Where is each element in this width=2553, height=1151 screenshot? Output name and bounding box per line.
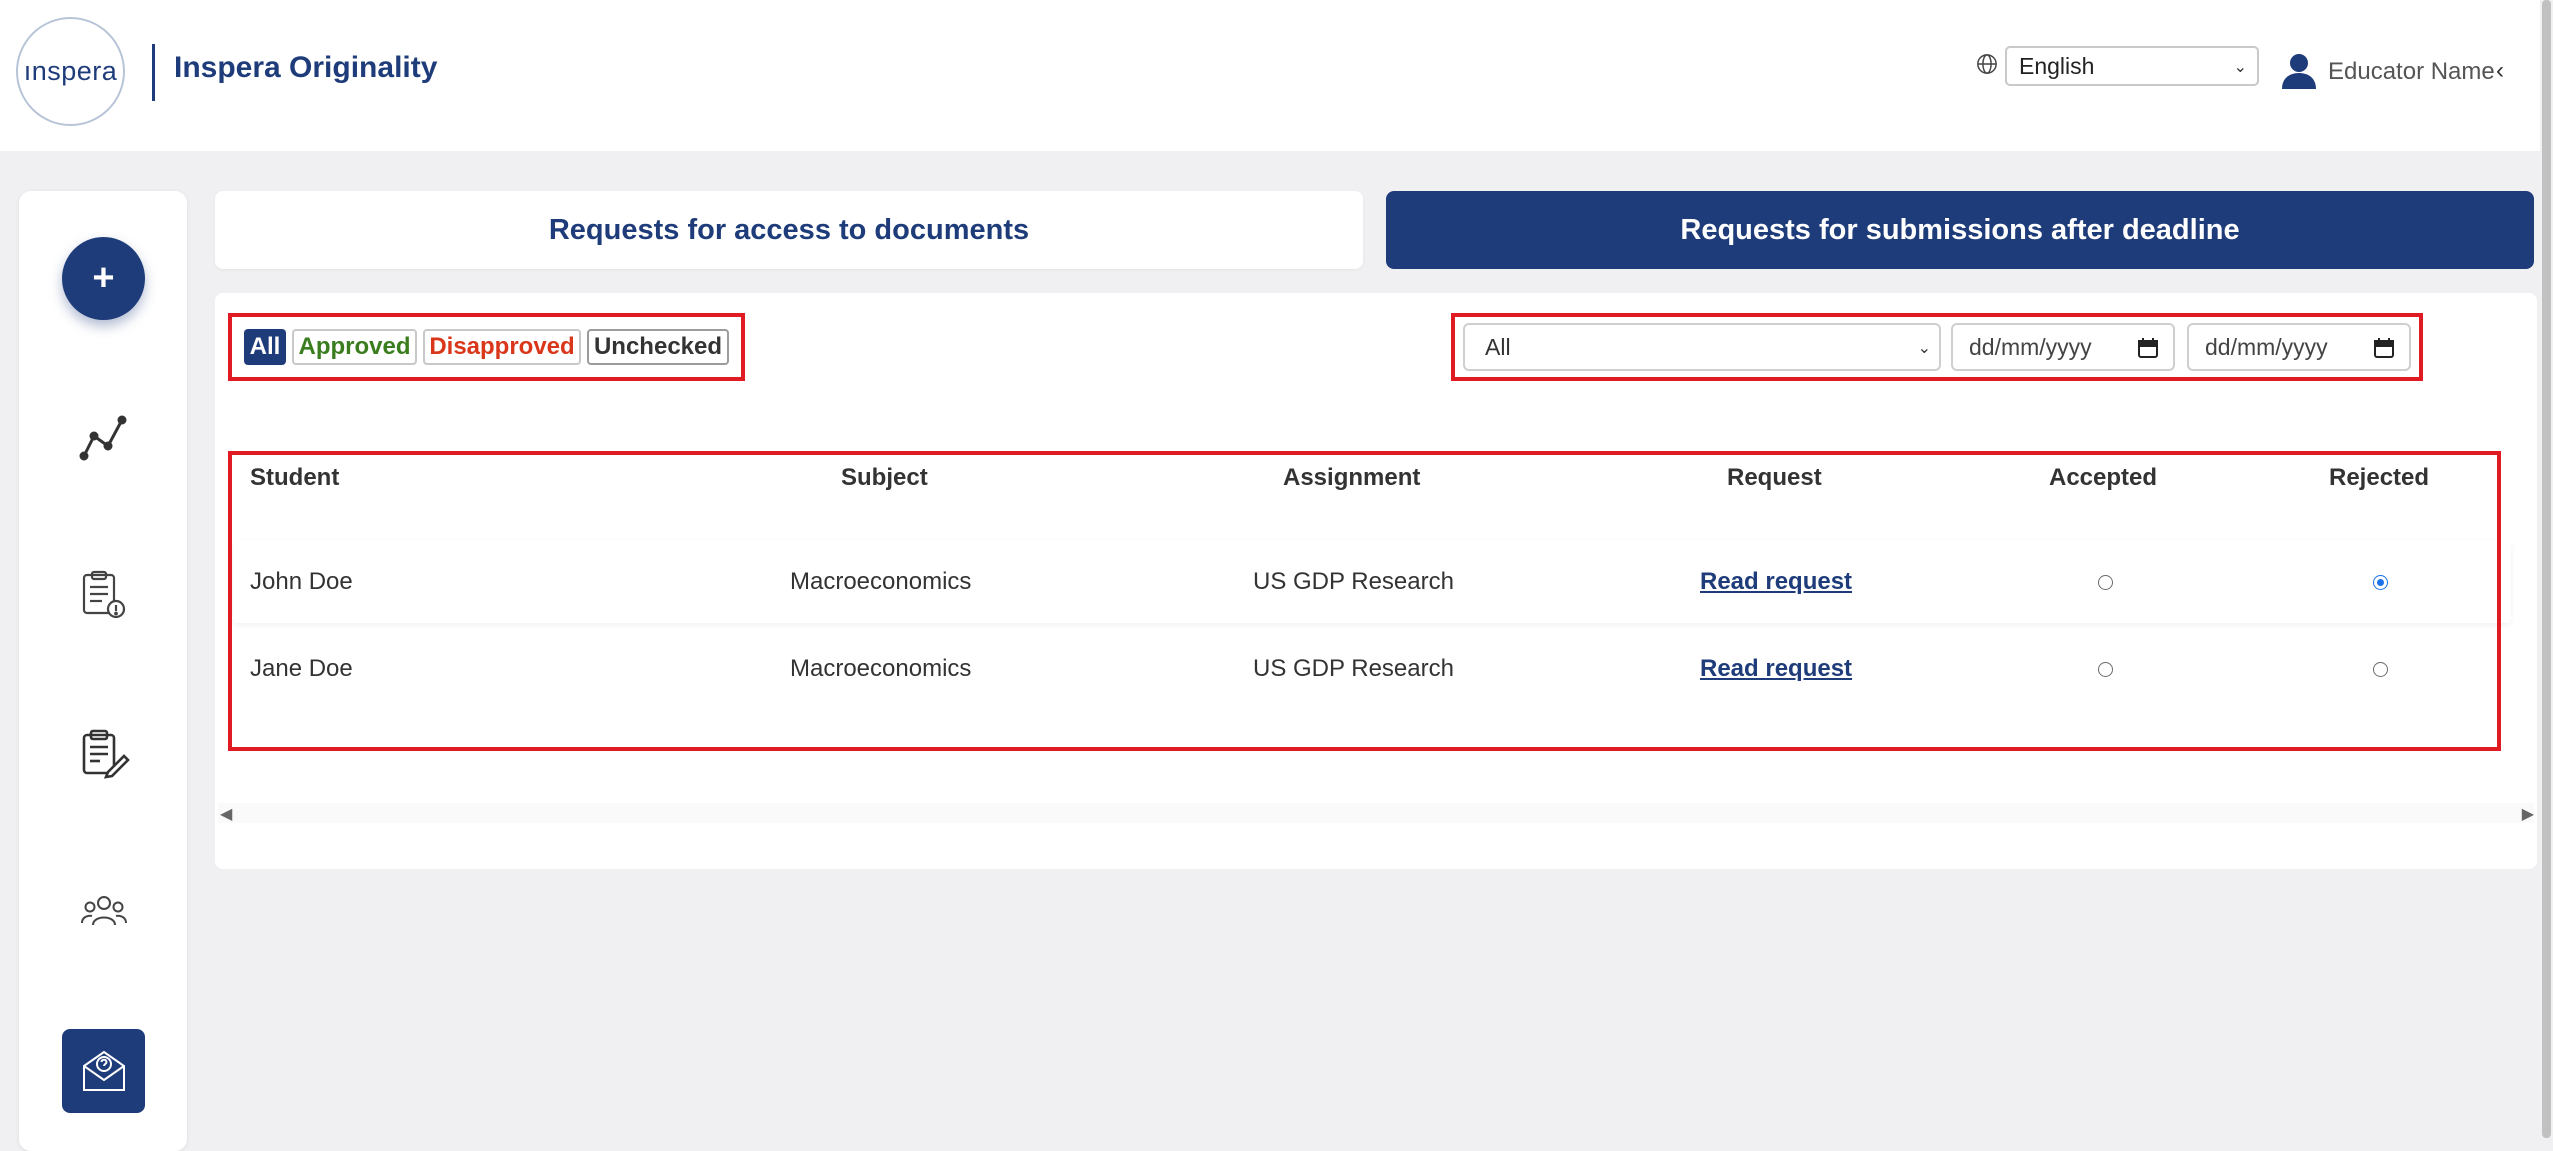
- filter-chip-approved[interactable]: Approved: [292, 329, 417, 365]
- inspera-logo[interactable]: ınspera: [16, 17, 125, 126]
- globe-icon: [1977, 54, 1997, 74]
- horizontal-scrollbar[interactable]: ◀ ▶: [218, 803, 2534, 823]
- accepted-radio[interactable]: [2098, 575, 2113, 590]
- filter-chip-unchecked[interactable]: Unchecked: [587, 329, 729, 365]
- table-highlight: [228, 451, 2501, 751]
- column-header-accepted: Accepted: [2049, 464, 2158, 491]
- filter-chip-disapproved[interactable]: Disapproved: [423, 329, 581, 365]
- scroll-right-arrow[interactable]: ▶: [2522, 804, 2534, 824]
- column-header-assignment: Assignment: [1283, 464, 1421, 491]
- contact-support-button[interactable]: [62, 1029, 145, 1113]
- cell-subject: Macroeconomics: [790, 568, 972, 595]
- column-header-subject: Subject: [841, 464, 928, 491]
- date-to-input[interactable]: dd/mm/yyyy: [2187, 323, 2411, 371]
- tab-access-documents[interactable]: Requests for access to documents: [215, 191, 1363, 269]
- cell-assignment: US GDP Research: [1253, 568, 1454, 595]
- language-select[interactable]: English ⌄: [2005, 46, 2259, 86]
- user-icon[interactable]: [2279, 51, 2319, 91]
- cell-student: Jane Doe: [250, 655, 353, 682]
- column-header-request: Request: [1727, 464, 1822, 491]
- chevron-down-icon: ⌄: [1917, 340, 1931, 357]
- documents-icon[interactable]: [78, 569, 130, 621]
- calendar-icon[interactable]: [2137, 337, 2159, 359]
- scrollbar-thumb[interactable]: [2542, 0, 2551, 1138]
- filter-chip-all[interactable]: All: [244, 329, 286, 365]
- vertical-scrollbar[interactable]: [2540, 0, 2553, 1138]
- user-name[interactable]: Educator Name: [2328, 58, 2495, 86]
- column-header-student: Student: [250, 464, 340, 491]
- language-value: English: [2019, 52, 2095, 79]
- mail-question-icon: [82, 1050, 125, 1091]
- rejected-radio[interactable]: [2373, 575, 2388, 590]
- top-bar: ınspera Inspera Originality English ⌄ Ed…: [0, 0, 2540, 151]
- cell-student: John Doe: [250, 568, 353, 595]
- logo-divider: [152, 44, 155, 101]
- cell-assignment: US GDP Research: [1253, 655, 1454, 682]
- calendar-icon[interactable]: [2373, 337, 2395, 359]
- chevron-down-icon: ⌄: [2233, 59, 2247, 76]
- chevron-left-icon[interactable]: ‹: [2496, 57, 2504, 85]
- date-from-input[interactable]: dd/mm/yyyy: [1951, 323, 2175, 371]
- analytics-icon[interactable]: [78, 412, 130, 464]
- date-to-placeholder: dd/mm/yyyy: [2205, 333, 2328, 360]
- logo-text: ınspera: [23, 56, 118, 86]
- groups-icon[interactable]: [78, 887, 130, 939]
- date-from-placeholder: dd/mm/yyyy: [1969, 333, 2092, 360]
- app-title: Inspera Originality: [174, 51, 438, 84]
- sidebar: [19, 191, 187, 1151]
- scroll-left-arrow[interactable]: ◀: [220, 804, 232, 824]
- cell-subject: Macroeconomics: [790, 655, 972, 682]
- assignments-icon[interactable]: [78, 728, 130, 780]
- column-header-rejected: Rejected: [2329, 464, 2430, 491]
- tab-submissions-after-deadline[interactable]: Requests for submissions after deadline: [1386, 191, 2534, 269]
- filter-select-value: All: [1485, 333, 1511, 360]
- rejected-radio[interactable]: [2373, 662, 2388, 677]
- add-button[interactable]: +: [62, 237, 145, 320]
- read-request-link[interactable]: Read request: [1700, 655, 1852, 683]
- accepted-radio[interactable]: [2098, 662, 2113, 677]
- read-request-link[interactable]: Read request: [1700, 568, 1852, 596]
- assignment-filter-select[interactable]: All ⌄: [1463, 323, 1941, 371]
